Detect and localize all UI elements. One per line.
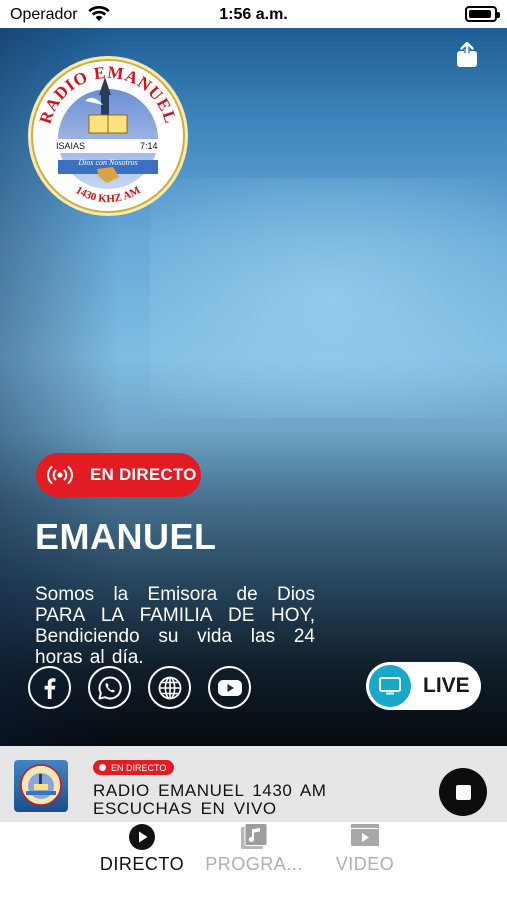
battery-level — [469, 10, 491, 18]
tab-bar: DIRECTO PROGRA... VIDEO — [0, 822, 507, 900]
whatsapp-icon — [98, 675, 122, 699]
live-status-badge: EN DIRECTO — [36, 453, 201, 497]
station-description: Somos la Emisora de Dios PARA LA FAMILIA… — [35, 584, 315, 668]
station-title: EMANUEL — [35, 516, 217, 557]
live-video-button[interactable]: LIVE — [366, 662, 481, 710]
mini-player-artwork — [14, 760, 68, 812]
broadcast-icon — [47, 466, 73, 484]
hero-glow — [150, 178, 507, 418]
tab-label: PROGRA... — [205, 854, 303, 874]
tab-label: DIRECTO — [99, 854, 185, 874]
live-button-label: LIVE — [423, 674, 470, 697]
now-playing-title: RADIO EMANUEL 1430 AM ESCUCHAS EN VIVO — [93, 781, 327, 818]
tab-label: VIDEO — [335, 854, 395, 874]
hero-panel: ISAIAS 7:14 Dios con Nosotros RADIO EMAN… — [0, 28, 507, 746]
share-icon[interactable] — [455, 42, 479, 68]
music-note-icon — [241, 823, 268, 849]
status-time: 1:56 a.m. — [219, 6, 288, 23]
logo-motto: Dios con Nosotros — [77, 158, 137, 167]
whatsapp-button[interactable] — [88, 666, 131, 709]
facebook-icon — [44, 677, 55, 699]
facebook-button[interactable] — [28, 666, 71, 709]
station-logo: ISAIAS 7:14 Dios con Nosotros RADIO EMAN… — [28, 56, 188, 216]
youtube-icon — [217, 679, 242, 696]
live-dot-icon — [99, 764, 106, 771]
stop-button[interactable] — [439, 768, 487, 816]
video-play-icon — [351, 824, 379, 846]
mini-player[interactable]: EN DIRECTO RADIO EMANUEL 1430 AM ESCUCHA… — [0, 746, 507, 822]
website-button[interactable] — [148, 666, 191, 709]
mini-live-badge: EN DIRECTO — [93, 760, 175, 775]
social-links — [28, 666, 251, 709]
tab-video[interactable]: VIDEO — [305, 822, 425, 900]
logo-verse-ref: 7:14 — [140, 141, 158, 151]
live-badge-label: EN DIRECTO — [90, 465, 197, 484]
stop-icon — [455, 784, 471, 800]
tab-programacion[interactable]: PROGRA... — [194, 822, 314, 900]
status-bar: Operador 1:56 a.m. — [0, 0, 507, 28]
youtube-button[interactable] — [208, 666, 251, 709]
battery-icon — [465, 6, 500, 22]
tv-icon — [369, 665, 411, 707]
tab-directo[interactable]: DIRECTO — [82, 822, 202, 900]
globe-icon — [158, 676, 181, 699]
mini-badge-label: EN DIRECTO — [111, 762, 167, 773]
logo-verse-book: ISAIAS — [56, 141, 85, 151]
play-circle-icon — [129, 824, 155, 850]
